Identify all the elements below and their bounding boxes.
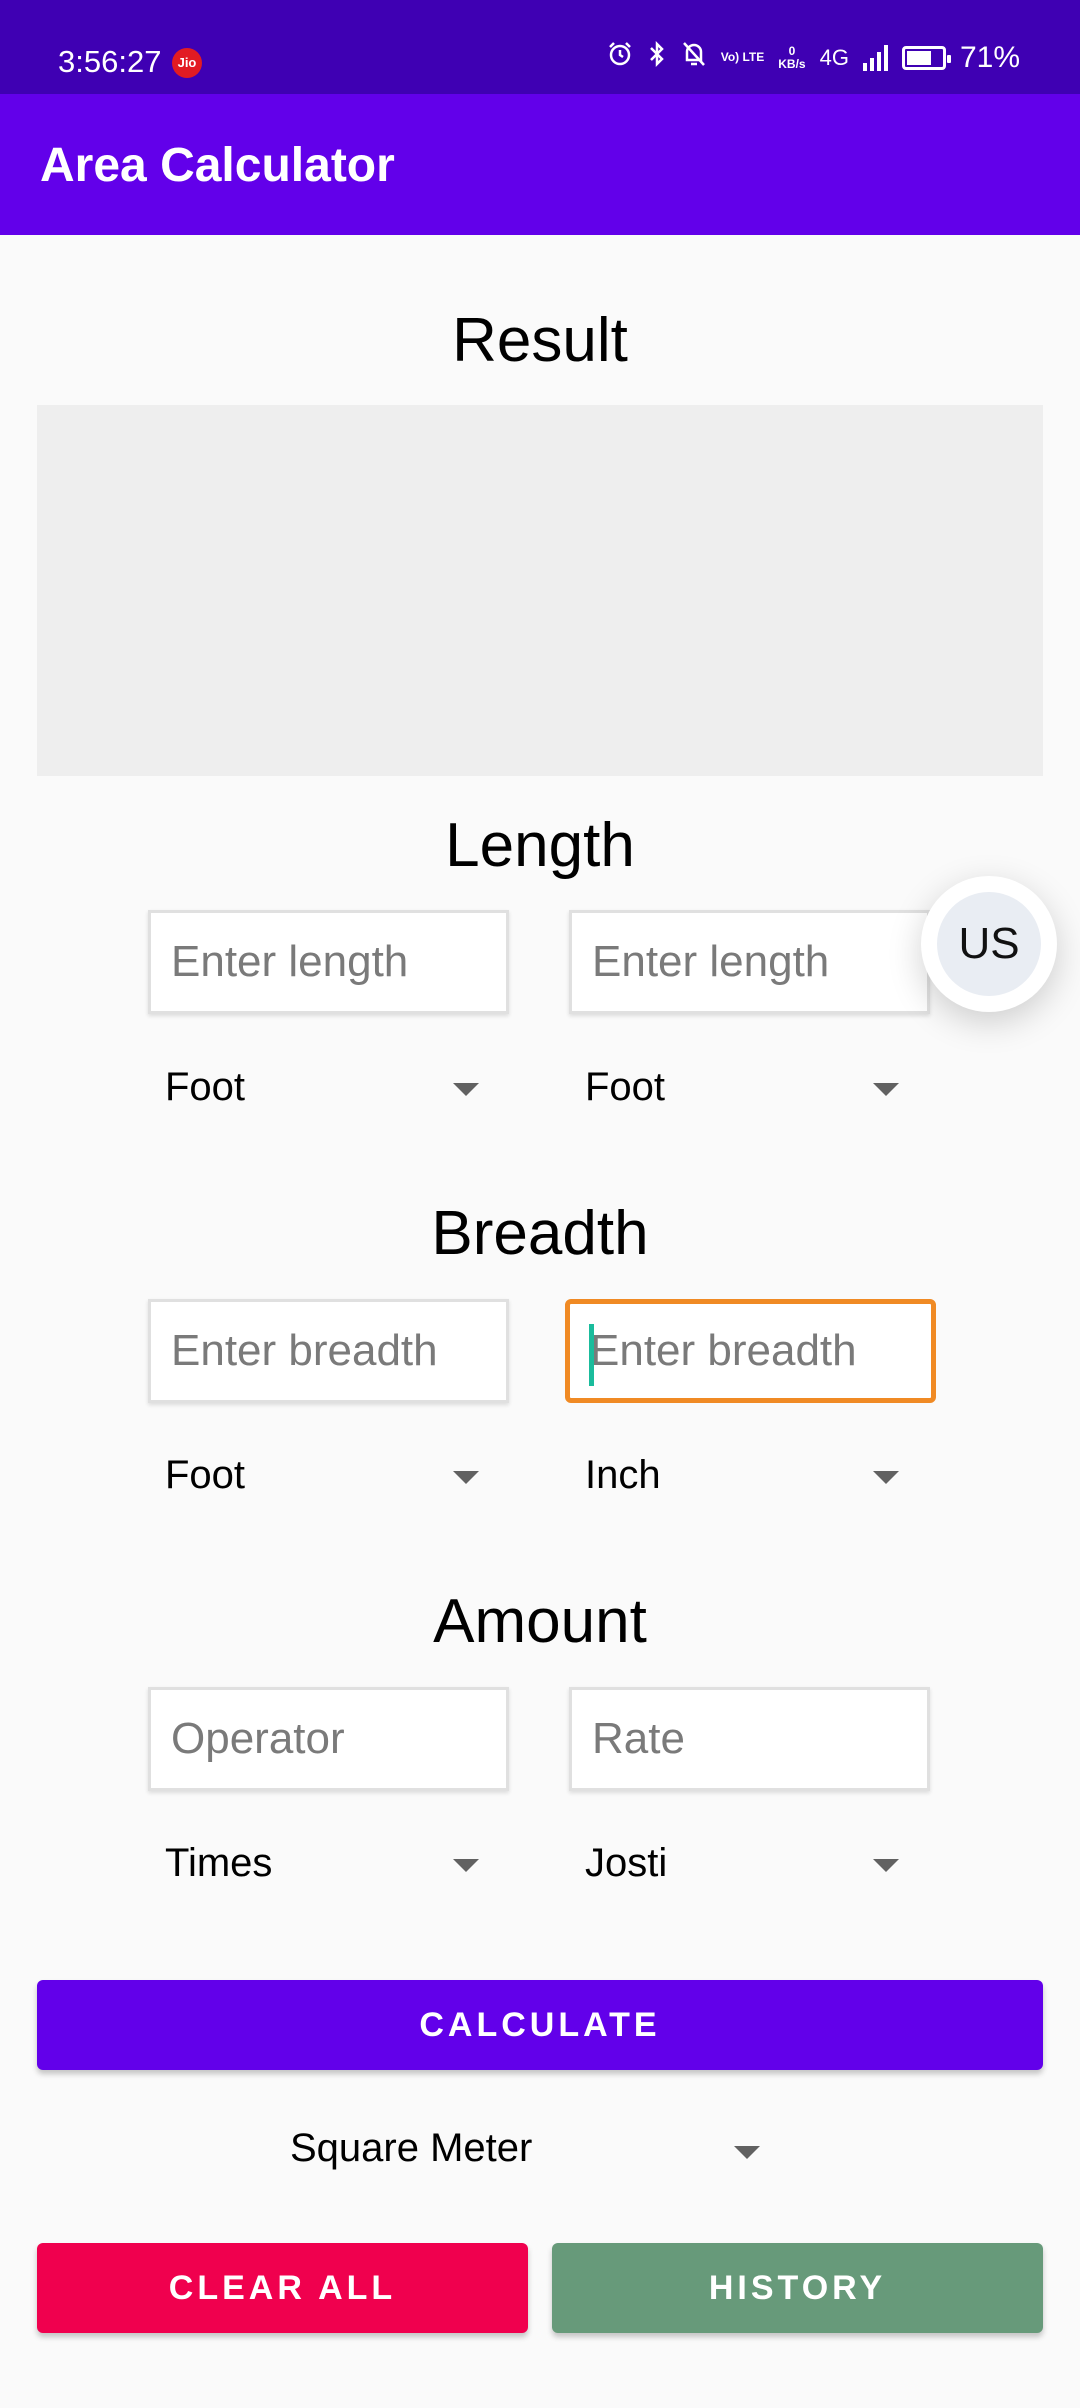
length-field-2[interactable]: [572, 913, 927, 1011]
battery-fill: [906, 50, 932, 65]
data-speed: 0 KB/s: [778, 43, 806, 71]
length-unit-2: Foot: [585, 1065, 666, 1109]
rate-spinner[interactable]: Josti: [585, 1831, 925, 1901]
alarm-icon: [607, 41, 633, 74]
history-button[interactable]: HISTORY: [552, 2243, 1043, 2333]
dropdown-arrow-icon: [453, 1083, 479, 1096]
data-speed-value: 0: [788, 43, 796, 58]
app-title: Area Calculator: [40, 139, 395, 192]
length-field-1[interactable]: [151, 913, 506, 1011]
network-4g: 4G: [819, 44, 849, 70]
length-input-2[interactable]: [569, 910, 930, 1014]
us-floating-button[interactable]: US: [921, 876, 1057, 1012]
mute-icon: [681, 40, 707, 75]
rate-field[interactable]: [572, 1690, 927, 1788]
dropdown-arrow-icon: [873, 1083, 899, 1096]
dropdown-arrow-icon: [873, 1471, 899, 1484]
dropdown-arrow-icon: [453, 1859, 479, 1872]
operator-unit: Times: [165, 1841, 273, 1885]
jio-badge: Jio: [172, 48, 202, 78]
dropdown-arrow-icon: [453, 1471, 479, 1484]
breadth-heading: Breadth: [431, 1199, 649, 1268]
length-heading: Length: [445, 811, 635, 880]
rate-input[interactable]: [569, 1687, 930, 1791]
breadth-input-2[interactable]: [565, 1299, 936, 1403]
breadth-input-1[interactable]: [148, 1299, 509, 1403]
dropdown-arrow-icon: [873, 1859, 899, 1872]
result-unit-spinner[interactable]: Square Meter: [290, 2120, 770, 2190]
battery-percent: 71%: [959, 40, 1020, 74]
breadth-unit-spinner-2[interactable]: Inch: [585, 1443, 925, 1513]
breadth-unit-1: Foot: [165, 1453, 246, 1497]
result-unit: Square Meter: [290, 2126, 533, 2170]
operator-field[interactable]: [151, 1690, 506, 1788]
breadth-unit-spinner-1[interactable]: Foot: [165, 1443, 505, 1513]
length-unit-1: Foot: [165, 1065, 246, 1109]
bluetooth-icon: [647, 40, 667, 75]
result-box: [37, 405, 1043, 776]
amount-heading: Amount: [433, 1587, 647, 1656]
breadth-unit-2: Inch: [585, 1453, 661, 1497]
length-unit-spinner-1[interactable]: Foot: [165, 1055, 505, 1125]
operator-input[interactable]: [148, 1687, 509, 1791]
result-heading: Result: [452, 306, 628, 375]
length-unit-spinner-2[interactable]: Foot: [585, 1055, 925, 1125]
battery-icon: [901, 45, 951, 70]
us-label: US: [937, 892, 1041, 996]
breadth-field-1[interactable]: [151, 1302, 506, 1400]
text-cursor: [589, 1324, 594, 1386]
status-time: 3:56:27: [58, 44, 162, 79]
app-bar: Area Calculator: [0, 94, 1080, 235]
status-icons: Vo) LTE 0 KB/s 4G 71%: [607, 40, 1020, 75]
rate-unit: Josti: [585, 1841, 668, 1885]
clear-all-button[interactable]: CLEAR ALL: [37, 2243, 528, 2333]
length-input-1[interactable]: [148, 910, 509, 1014]
dropdown-arrow-icon: [734, 2146, 760, 2159]
status-bar: 3:56:27 Jio Vo) LTE 0 KB/s 4G 71%: [0, 0, 1080, 94]
breadth-field-2[interactable]: [570, 1304, 931, 1398]
volte-icon: Vo) LTE: [720, 50, 765, 64]
calculate-button[interactable]: CALCULATE: [37, 1980, 1043, 2070]
operator-spinner[interactable]: Times: [165, 1831, 505, 1901]
signal-icon: [862, 44, 888, 71]
data-speed-unit: KB/s: [778, 56, 806, 71]
